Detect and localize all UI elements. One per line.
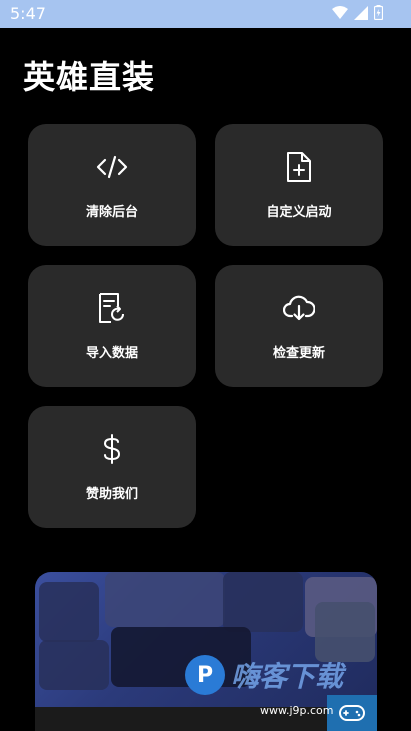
banner-panel: [105, 572, 225, 627]
watermark-logo: P: [185, 655, 225, 695]
wifi-icon: [332, 5, 348, 19]
signal-icon: [354, 5, 368, 20]
file-plus-icon: [283, 151, 315, 183]
status-icons: [332, 5, 383, 20]
card-label: 检查更新: [272, 345, 325, 361]
battery-icon: [374, 5, 383, 20]
banner-panel: [315, 602, 375, 662]
banner-panel: [223, 572, 303, 632]
status-time: 5:47: [10, 4, 46, 23]
card-label: 自定义启动: [266, 204, 332, 220]
banner-panel: [39, 582, 99, 642]
sponsor-us-card[interactable]: 赞助我们: [28, 406, 196, 528]
check-update-card[interactable]: 检查更新: [215, 265, 383, 387]
file-sync-icon: [96, 292, 128, 324]
status-bar: 5:47: [0, 0, 411, 28]
card-label: 清除后台: [85, 204, 138, 220]
clear-background-card[interactable]: 清除后台: [28, 124, 196, 246]
import-data-card[interactable]: 导入数据: [28, 265, 196, 387]
watermark: P 嗨客下载: [185, 655, 343, 695]
dollar-icon: [96, 433, 128, 465]
custom-launch-card[interactable]: 自定义启动: [215, 124, 383, 246]
card-label: 赞助我们: [85, 486, 138, 502]
page-title: 英雄直装: [23, 58, 156, 96]
watermark-url: www.j9p.com: [260, 704, 334, 717]
watermark-text: 嗨客下载: [231, 660, 344, 693]
cloud-download-icon: [283, 292, 315, 324]
card-label: 导入数据: [85, 345, 138, 361]
gamepad-icon: [339, 705, 365, 721]
banner-panel: [39, 640, 109, 690]
code-icon: [96, 151, 128, 183]
gamepad-button[interactable]: [327, 695, 377, 731]
